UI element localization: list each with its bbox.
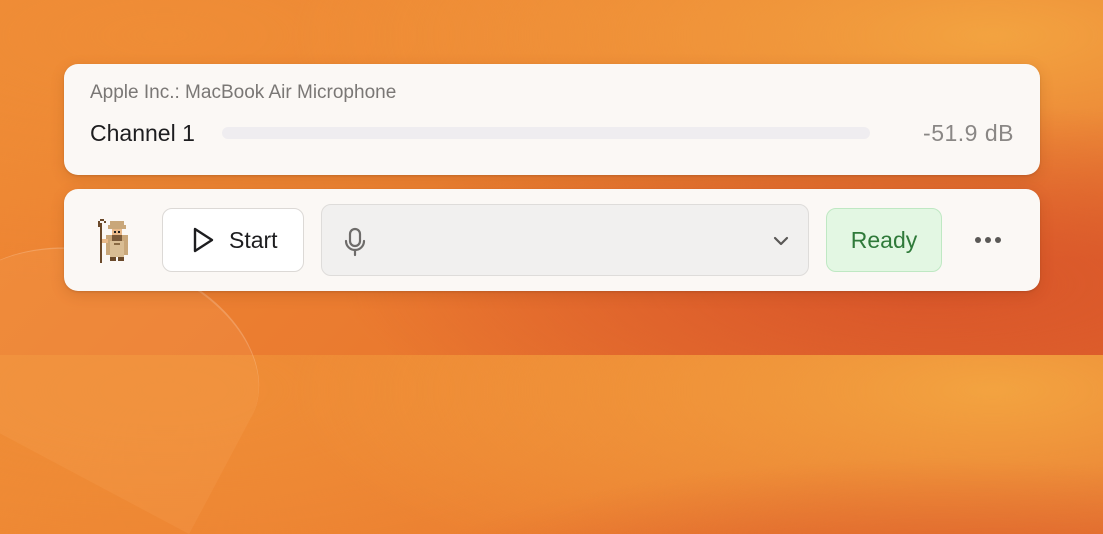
start-button[interactable]: Start bbox=[162, 208, 304, 272]
channel-label: Channel 1 bbox=[90, 120, 195, 146]
pixel-shepherd-mascot-icon bbox=[98, 219, 128, 263]
level-db-readout: -51.9 dB bbox=[923, 120, 1014, 146]
status-badge: Ready bbox=[826, 208, 942, 272]
input-meter-panel: Apple Inc.: MacBook Air Microphone Chann… bbox=[64, 64, 1040, 175]
more-options-button[interactable] bbox=[966, 221, 1010, 259]
chevron-down-icon bbox=[773, 236, 789, 246]
input-device-select[interactable] bbox=[321, 204, 809, 276]
start-button-label: Start bbox=[229, 226, 278, 253]
microphone-icon bbox=[344, 227, 366, 257]
control-bar: Start Ready bbox=[64, 189, 1040, 291]
device-name: Apple Inc.: MacBook Air Microphone bbox=[90, 82, 397, 103]
play-icon bbox=[193, 227, 214, 253]
ellipsis-icon bbox=[975, 237, 1001, 243]
level-meter bbox=[222, 127, 870, 139]
